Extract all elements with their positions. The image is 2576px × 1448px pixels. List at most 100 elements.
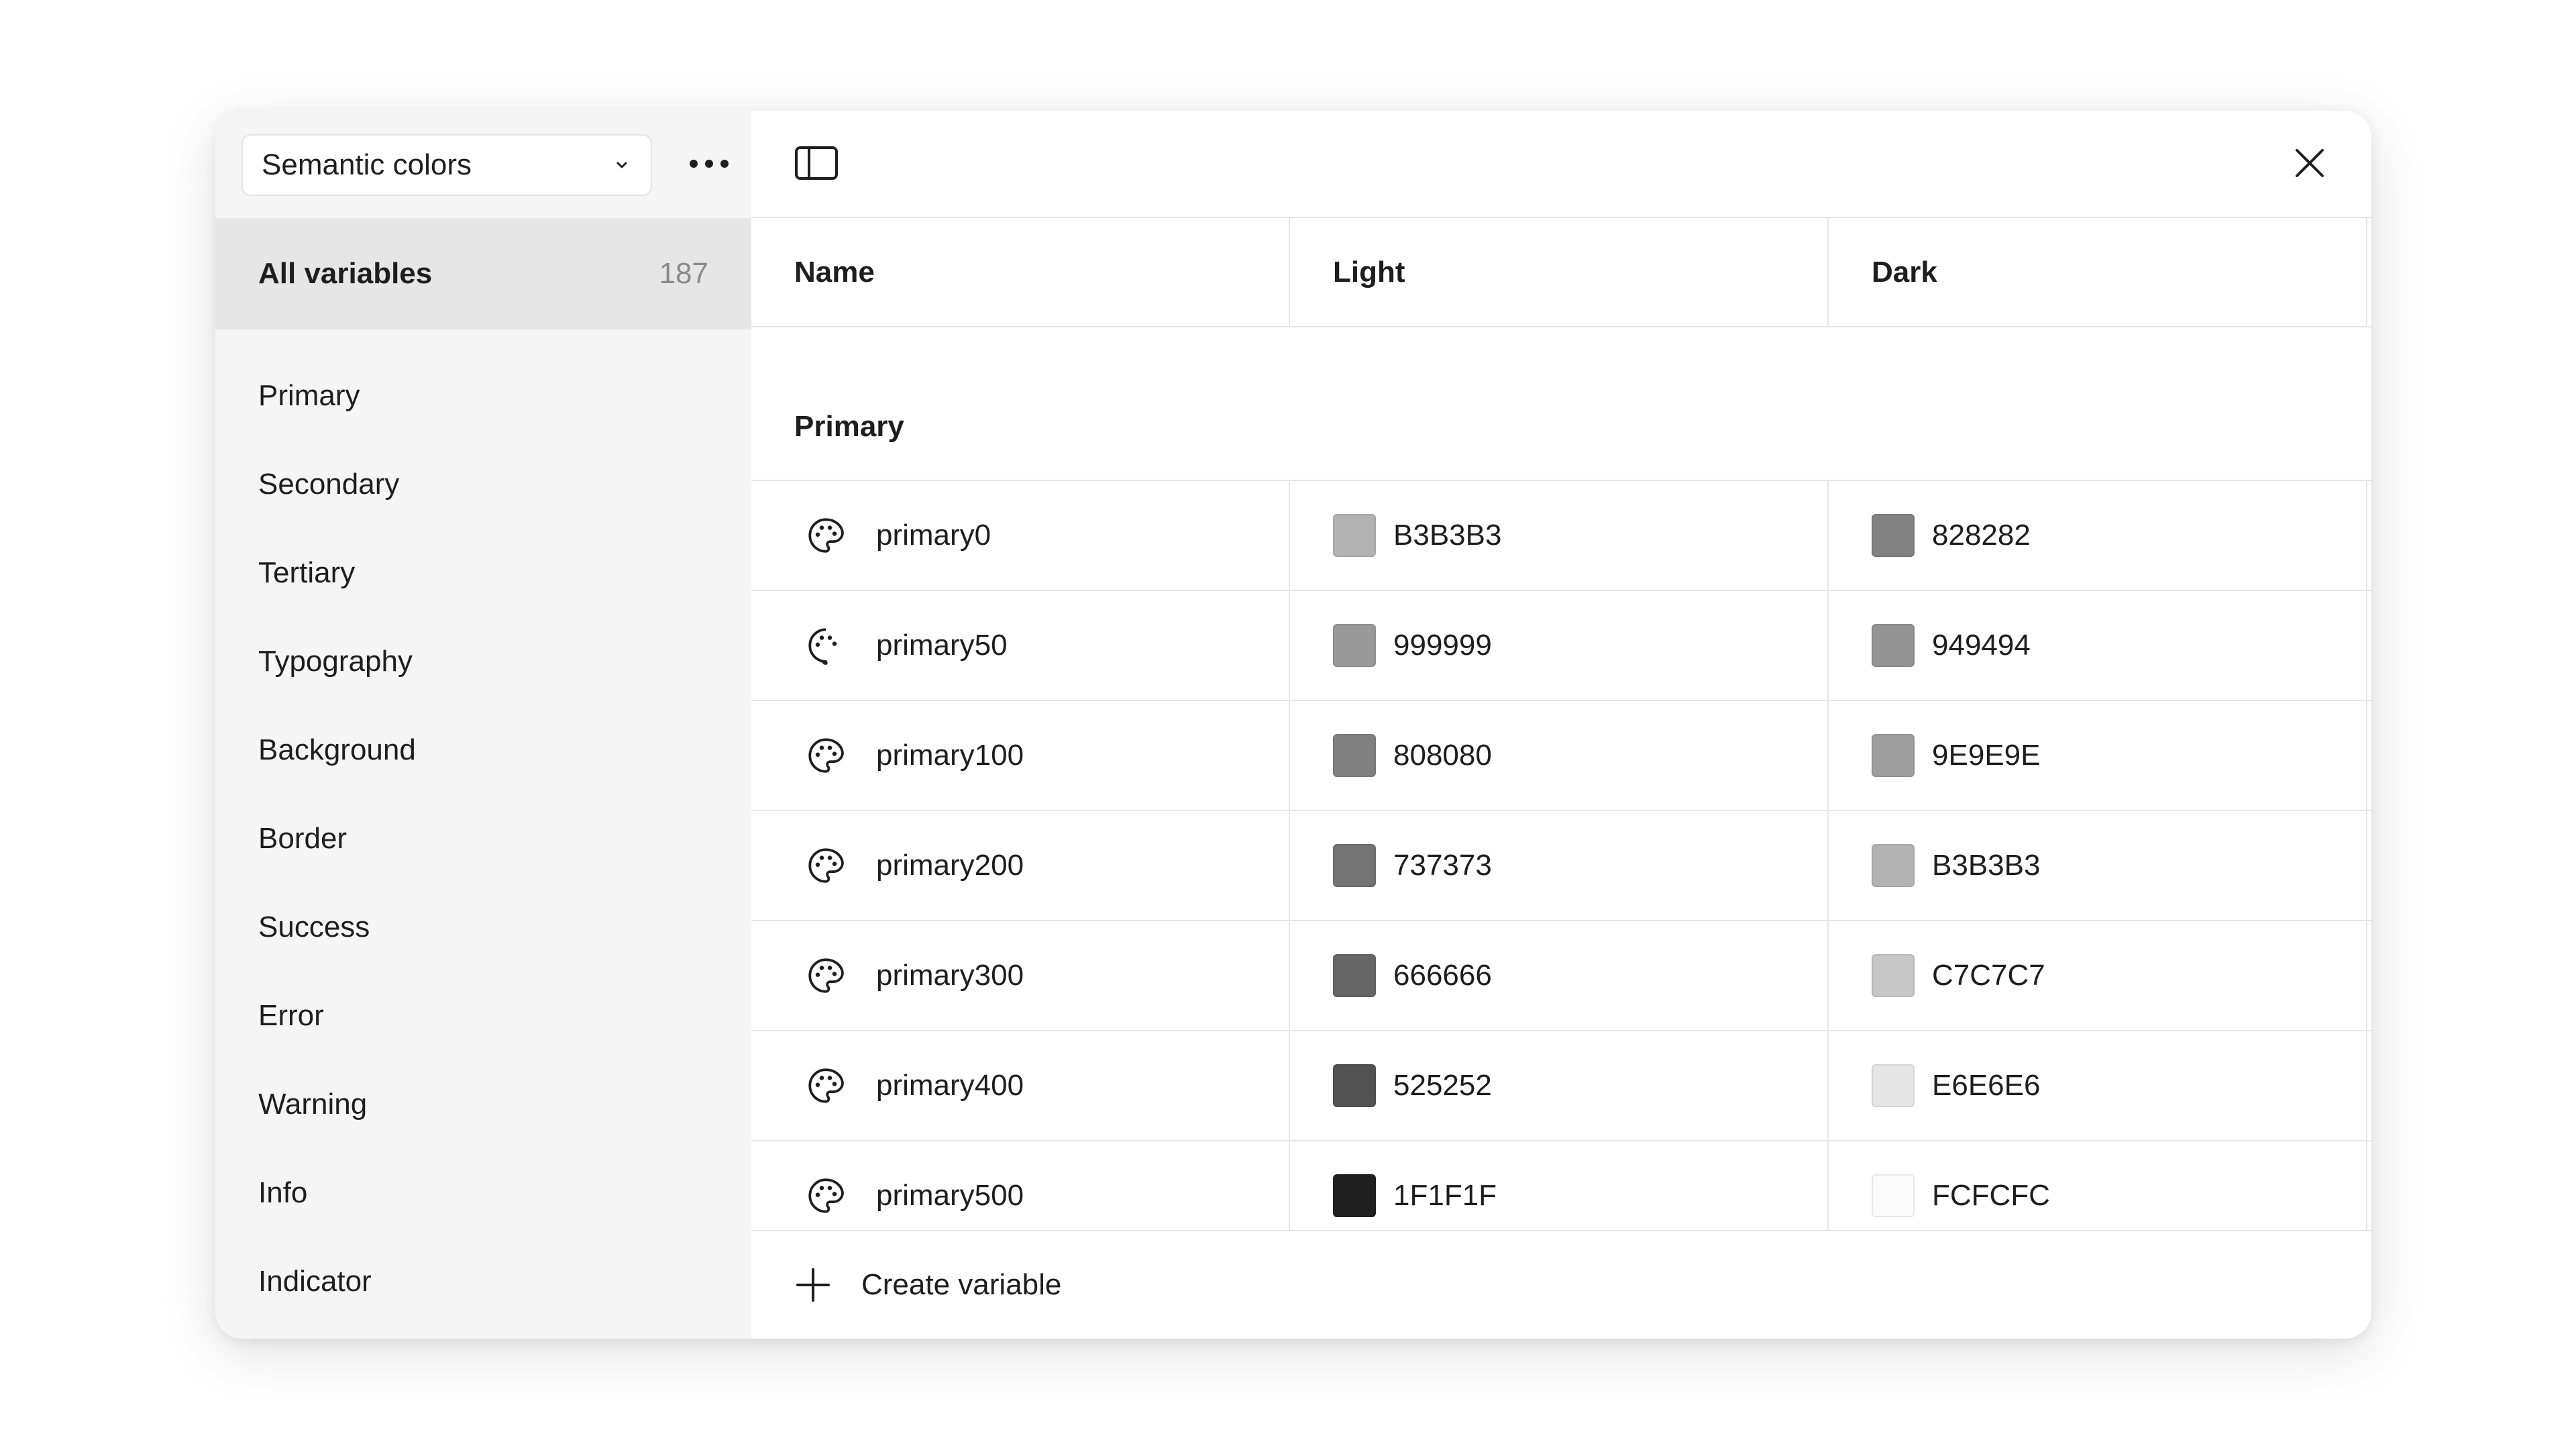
light-value-cell[interactable]: 1F1F1F (1290, 1141, 1829, 1234)
all-variables-item[interactable]: All variables 187 (215, 218, 751, 329)
variable-name-cell[interactable]: primary0 (751, 481, 1290, 590)
variable-name-cell[interactable]: primary300 (751, 921, 1290, 1030)
create-variable-button[interactable]: Create variable (751, 1230, 2371, 1339)
sidebar-item-tertiary[interactable]: Tertiary (215, 529, 751, 617)
light-value-cell[interactable]: 808080 (1290, 701, 1829, 810)
palette-icon (805, 625, 847, 666)
light-color-swatch (1333, 624, 1376, 667)
dark-color-swatch (1872, 734, 1915, 777)
light-value-cell[interactable]: 737373 (1290, 811, 1829, 920)
light-value: 808080 (1393, 739, 1492, 772)
light-value-cell[interactable]: B3B3B3 (1290, 481, 1829, 590)
dark-value: 949494 (1932, 629, 2031, 662)
variable-name-cell[interactable]: primary100 (751, 701, 1290, 810)
variable-name: primary500 (876, 1179, 1024, 1212)
sidebar-item-error[interactable]: Error (215, 972, 751, 1060)
dark-value-cell[interactable]: 9E9E9E (1829, 701, 2367, 810)
light-color-swatch (1333, 1174, 1376, 1217)
column-header-dark[interactable]: Dark (1829, 218, 2367, 326)
dark-value-cell[interactable]: FCFCFC (1829, 1141, 2367, 1234)
variable-name: primary300 (876, 959, 1024, 992)
dark-value: 9E9E9E (1932, 739, 2041, 772)
table-row[interactable]: primary100 808080 9E9E9E (751, 701, 2371, 811)
dark-value-cell[interactable]: C7C7C7 (1829, 921, 2367, 1030)
main-area: Name Light Dark Primary primary0 B3B3B3 (751, 111, 2371, 1339)
all-variables-count: 187 (659, 257, 708, 290)
sidebar-item-success[interactable]: Success (215, 883, 751, 972)
variable-name: primary400 (876, 1069, 1024, 1102)
table-body: primary0 B3B3B3 828282 primary50 999999 … (751, 481, 2371, 1234)
group-list: Primary Secondary Tertiary Typography Ba… (215, 329, 751, 1326)
variable-name: primary50 (876, 629, 1008, 662)
palette-icon (805, 515, 847, 556)
sidebar-item-primary[interactable]: Primary (215, 352, 751, 440)
sidebar-toggle-icon (794, 146, 839, 184)
dark-value: C7C7C7 (1932, 959, 2045, 992)
column-header-name[interactable]: Name (751, 218, 1290, 326)
all-variables-label: All variables (258, 257, 433, 290)
variable-name: primary0 (876, 519, 991, 552)
light-color-swatch (1333, 1064, 1376, 1107)
more-horizontal-icon (686, 157, 733, 174)
table-row[interactable]: primary0 B3B3B3 828282 (751, 481, 2371, 591)
table-row[interactable]: primary50 999999 949494 (751, 591, 2371, 701)
close-button[interactable] (2286, 140, 2334, 189)
light-value: 737373 (1393, 849, 1492, 882)
palette-icon (805, 1065, 847, 1106)
dark-value-cell[interactable]: E6E6E6 (1829, 1031, 2367, 1140)
palette-icon (805, 845, 847, 886)
dark-value: E6E6E6 (1932, 1069, 2041, 1102)
sidebar-item-info[interactable]: Info (215, 1149, 751, 1237)
collection-select-label: Semantic colors (262, 148, 472, 181)
light-value-cell[interactable]: 525252 (1290, 1031, 1829, 1140)
dark-value: 828282 (1932, 519, 2031, 552)
variable-name-cell[interactable]: primary50 (751, 591, 1290, 700)
table-row[interactable]: primary500 1F1F1F FCFCFC (751, 1141, 2371, 1234)
group-title: Primary (751, 327, 2371, 481)
light-color-swatch (1333, 844, 1376, 887)
dark-color-swatch (1872, 954, 1915, 997)
light-value-cell[interactable]: 666666 (1290, 921, 1829, 1030)
dark-color-swatch (1872, 624, 1915, 667)
sidebar-item-warning[interactable]: Warning (215, 1060, 751, 1149)
create-variable-label: Create variable (861, 1268, 1062, 1301)
sidebar-item-indicator[interactable]: Indicator (215, 1237, 751, 1326)
sidebar-item-background[interactable]: Background (215, 706, 751, 794)
variable-name: primary100 (876, 739, 1024, 772)
dark-value: B3B3B3 (1932, 849, 2041, 882)
sidebar-header: Semantic colors (215, 111, 751, 218)
dark-value-cell[interactable]: B3B3B3 (1829, 811, 2367, 920)
main-toolbar (751, 111, 2371, 218)
variable-name-cell[interactable]: primary200 (751, 811, 1290, 920)
dark-color-swatch (1872, 844, 1915, 887)
light-value-cell[interactable]: 999999 (1290, 591, 1829, 700)
sidebar-item-typography[interactable]: Typography (215, 617, 751, 706)
variable-name: primary200 (876, 849, 1024, 882)
more-options-button[interactable] (682, 142, 736, 189)
sidebar-toggle-button[interactable] (793, 143, 840, 186)
sidebar-item-border[interactable]: Border (215, 794, 751, 883)
light-value: 1F1F1F (1393, 1179, 1497, 1212)
palette-icon (805, 955, 847, 996)
table-row[interactable]: primary200 737373 B3B3B3 (751, 811, 2371, 921)
collection-select[interactable]: Semantic colors (241, 134, 652, 196)
light-color-swatch (1333, 954, 1376, 997)
sidebar-item-secondary[interactable]: Secondary (215, 440, 751, 529)
table-row[interactable]: primary300 666666 C7C7C7 (751, 921, 2371, 1031)
sidebar: Semantic colors All variables 187 Primar… (215, 111, 751, 1339)
light-color-swatch (1333, 734, 1376, 777)
table-row[interactable]: primary400 525252 E6E6E6 (751, 1031, 2371, 1141)
dark-value-cell[interactable]: 949494 (1829, 591, 2367, 700)
table-header: Name Light Dark (751, 218, 2371, 327)
dark-color-swatch (1872, 1174, 1915, 1217)
close-icon (2293, 146, 2326, 183)
dark-value: FCFCFC (1932, 1179, 2050, 1212)
chevron-down-icon (612, 155, 632, 175)
variable-name-cell[interactable]: primary500 (751, 1141, 1290, 1234)
variable-name-cell[interactable]: primary400 (751, 1031, 1290, 1140)
palette-icon (805, 1175, 847, 1217)
dark-value-cell[interactable]: 828282 (1829, 481, 2367, 590)
column-header-light[interactable]: Light (1290, 218, 1829, 326)
plus-icon (794, 1266, 832, 1304)
dark-color-swatch (1872, 514, 1915, 557)
